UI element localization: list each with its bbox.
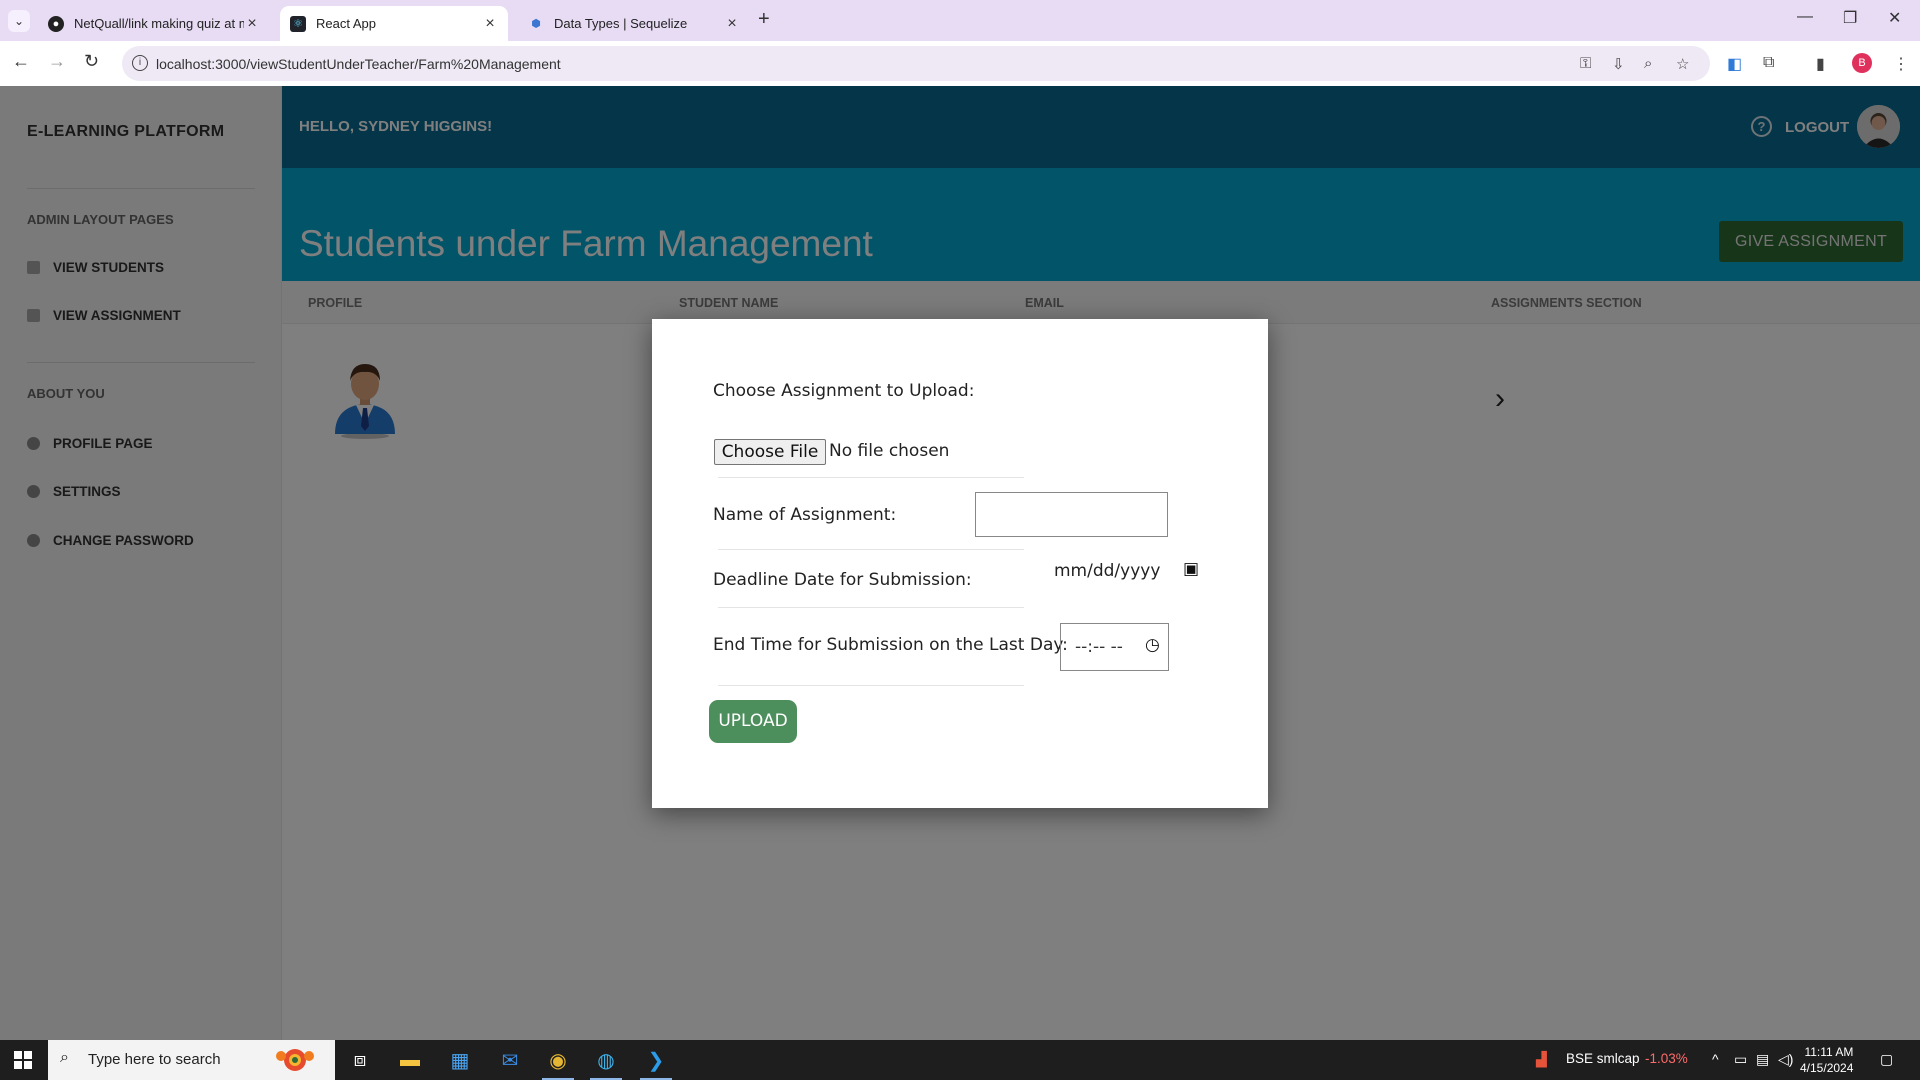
mail-icon[interactable]: ✉ bbox=[486, 1040, 534, 1080]
side-panel-icon[interactable]: ▮ bbox=[1816, 54, 1825, 74]
tab-sequelize[interactable]: ⬢ Data Types | Sequelize × bbox=[518, 6, 750, 41]
time-placeholder: --:-- -- bbox=[1075, 637, 1123, 657]
assignment-name-input[interactable] bbox=[975, 492, 1168, 537]
sequelize-icon: ⬢ bbox=[531, 18, 541, 30]
tab-search-icon[interactable]: ⌄ bbox=[8, 10, 30, 32]
stock-name[interactable]: BSE smlcap bbox=[1566, 1051, 1640, 1066]
stock-change[interactable]: -1.03% bbox=[1645, 1051, 1688, 1066]
notifications-icon[interactable]: ▢ bbox=[1880, 1051, 1893, 1068]
extensions-puzzle-icon[interactable]: ⧉ bbox=[1763, 54, 1774, 72]
assignment-name-label: Name of Assignment: bbox=[713, 505, 897, 525]
choose-file-button[interactable]: Choose File bbox=[714, 439, 826, 465]
choose-assignment-label: Choose Assignment to Upload: bbox=[713, 381, 975, 401]
menu-kebab-icon[interactable]: ⋮ bbox=[1893, 54, 1909, 74]
forward-icon[interactable]: → bbox=[48, 51, 66, 72]
edge-icon[interactable]: ◍ bbox=[582, 1040, 630, 1080]
flower-decoration-icon bbox=[272, 1044, 318, 1076]
browser-toolbar: ← → ↻ i localhost:3000/viewStudentUnderT… bbox=[0, 41, 1920, 86]
meet-now-icon[interactable]: ▭ bbox=[1734, 1051, 1747, 1068]
new-tab-icon[interactable]: + bbox=[758, 8, 770, 31]
calendar-icon[interactable]: ▣ bbox=[1183, 559, 1199, 579]
minimize-icon[interactable]: — bbox=[1797, 8, 1813, 26]
volume-icon[interactable]: ◁) bbox=[1778, 1051, 1793, 1068]
search-icon: ⌕ bbox=[60, 1049, 69, 1066]
clock[interactable]: 11:11 AM 4/15/2024 bbox=[1800, 1044, 1853, 1076]
bookmark-star-icon[interactable]: ☆ bbox=[1676, 55, 1689, 73]
windows-start-icon[interactable] bbox=[14, 1051, 32, 1069]
tab-title: NetQuall/link making quiz at m bbox=[74, 16, 244, 31]
search-placeholder: Type here to search bbox=[88, 1051, 221, 1068]
tab-react-app[interactable]: ⚛ React App × bbox=[280, 6, 508, 41]
stock-chart-icon: ▟ bbox=[1536, 1051, 1547, 1067]
windows-taskbar: ⌕ Type here to search ⧈ ▬ ▦ ✉ ◉ ◍ ❯ ▟ BS… bbox=[0, 1040, 1920, 1080]
close-tab-icon[interactable]: × bbox=[482, 15, 498, 33]
address-bar[interactable]: i localhost:3000/viewStudentUnderTeacher… bbox=[122, 46, 1710, 81]
upload-button[interactable]: UPLOAD bbox=[709, 700, 797, 743]
profile-avatar[interactable]: B bbox=[1852, 53, 1872, 73]
github-icon: ● bbox=[48, 15, 64, 32]
chevron-up-icon[interactable]: ^ bbox=[1712, 1051, 1719, 1067]
tab-title: React App bbox=[316, 16, 376, 31]
form-divider bbox=[718, 477, 1024, 478]
task-view-icon[interactable]: ⧈ bbox=[336, 1040, 384, 1080]
upload-assignment-modal: Choose Assignment to Upload: Choose File… bbox=[652, 319, 1268, 808]
clock-date: 4/15/2024 bbox=[1800, 1061, 1854, 1075]
close-tab-icon[interactable]: × bbox=[724, 15, 740, 33]
chrome-icon[interactable]: ◉ bbox=[534, 1040, 582, 1080]
site-info-icon[interactable]: i bbox=[132, 55, 148, 71]
browser-tabbar: ⌄ ● NetQuall/link making quiz at m × ⚛ R… bbox=[0, 0, 1920, 41]
network-icon[interactable]: ▤ bbox=[1756, 1051, 1769, 1068]
restore-icon[interactable]: ❐ bbox=[1843, 8, 1857, 28]
tab-netquall[interactable]: ● NetQuall/link making quiz at m × bbox=[38, 6, 270, 41]
tab-title: Data Types | Sequelize bbox=[554, 16, 688, 31]
vscode-icon[interactable]: ❯ bbox=[632, 1040, 680, 1080]
form-divider bbox=[718, 685, 1024, 686]
deadline-date-label: Deadline Date for Submission: bbox=[713, 570, 972, 590]
install-app-icon[interactable]: ⇩ bbox=[1612, 55, 1625, 73]
zoom-icon[interactable]: ⌕ bbox=[1644, 55, 1652, 72]
store-icon[interactable]: ▦ bbox=[436, 1040, 484, 1080]
date-placeholder: mm/dd/yyyy bbox=[1054, 561, 1161, 581]
form-divider bbox=[718, 607, 1024, 608]
extension-icon[interactable]: ◧ bbox=[1727, 54, 1742, 74]
react-icon: ⚛ bbox=[290, 15, 306, 32]
file-explorer-icon[interactable]: ▬ bbox=[386, 1040, 434, 1080]
close-tab-icon[interactable]: × bbox=[244, 15, 260, 33]
app-page: E-LEARNING PLATFORM ADMIN LAYOUT PAGES V… bbox=[0, 86, 1920, 1040]
deadline-date-input[interactable]: mm/dd/yyyy bbox=[1054, 556, 1169, 586]
file-status-text: No file chosen bbox=[829, 441, 950, 461]
url-text[interactable]: localhost:3000/viewStudentUnderTeacher/F… bbox=[156, 56, 561, 72]
reload-icon[interactable]: ↻ bbox=[84, 51, 99, 72]
clock-time: 11:11 AM bbox=[1804, 1045, 1854, 1059]
form-divider bbox=[718, 549, 1024, 550]
end-time-label: End Time for Submission on the Last Day: bbox=[713, 635, 1068, 655]
clock-icon[interactable]: ◷ bbox=[1145, 635, 1160, 655]
password-key-icon[interactable]: ⚿ bbox=[1580, 55, 1591, 72]
window-close-icon[interactable]: ✕ bbox=[1888, 8, 1901, 28]
back-icon[interactable]: ← bbox=[12, 51, 30, 72]
